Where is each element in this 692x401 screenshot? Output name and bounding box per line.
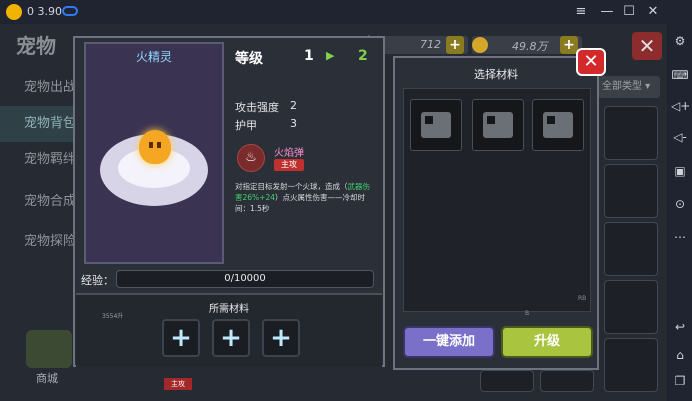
- pet-portrait: 火精灵: [84, 42, 224, 264]
- material-grid-hint: B: [525, 310, 530, 317]
- menu-icon[interactable]: ≡: [572, 3, 590, 21]
- volume-down-icon[interactable]: ◁-: [671, 128, 689, 146]
- sprite-eye: [149, 142, 153, 148]
- required-materials: 所需材料 3554升 + + +: [76, 293, 382, 367]
- tab-pet-battle[interactable]: 宠物出战: [0, 70, 80, 106]
- tab-pet-bond[interactable]: 宠物羁绊: [0, 142, 80, 178]
- plus-icon: +: [170, 323, 192, 353]
- material-slot[interactable]: +: [212, 319, 250, 357]
- auto-add-button[interactable]: 一键添加: [403, 326, 495, 358]
- level-next: 2: [358, 48, 368, 64]
- bone-material-icon: [421, 112, 451, 138]
- tab-pet-explore[interactable]: 宠物探险: [0, 224, 80, 260]
- pet-name: 火精灵: [135, 50, 172, 64]
- stat-label: 护甲: [235, 119, 257, 132]
- icon-detail: [425, 116, 433, 124]
- skill-description: 对指定目标发射一个火球，造成（武器伤害26%+24）点火属性伤害——冷却时间：1…: [235, 181, 375, 214]
- arrow-right-icon: ▶: [326, 49, 335, 62]
- material-slot[interactable]: +: [262, 319, 300, 357]
- material-select-title: 选择材料: [474, 68, 518, 81]
- stat-label: 攻击强度: [235, 101, 279, 114]
- pet-tile[interactable]: [604, 106, 658, 160]
- gamepad-icon[interactable]: [62, 6, 78, 16]
- pet-tile[interactable]: [540, 370, 594, 392]
- emulator-top-bar: 0 3.90 ≡ — ☐ ✕: [0, 0, 692, 24]
- pet-tile[interactable]: [480, 370, 534, 392]
- exp-value: 0/10000: [224, 273, 266, 284]
- skill-desc-prefix: 对指定目标发射一个火球，造成（: [235, 182, 348, 191]
- exp-label: 经验：: [81, 274, 114, 287]
- pet-tile[interactable]: [604, 164, 658, 218]
- material-item[interactable]: [472, 99, 524, 151]
- plus-icon: +: [270, 323, 292, 353]
- material-slot[interactable]: +: [162, 319, 200, 357]
- icon-detail: [547, 116, 555, 124]
- back-icon[interactable]: ↩: [671, 318, 689, 336]
- plus-icon: +: [220, 323, 242, 353]
- stat-value: 3: [290, 117, 297, 130]
- material-select-panel: 选择材料 RB B 一键添加 升级: [393, 56, 599, 370]
- minimize-icon[interactable]: —: [598, 3, 616, 21]
- multi-window-icon[interactable]: ❐: [671, 372, 689, 390]
- exp-bar: 0/10000: [116, 270, 374, 288]
- gem-value: 712: [420, 38, 441, 51]
- volume-up-icon[interactable]: ◁+: [671, 97, 690, 115]
- fireball-skill-icon[interactable]: ♨: [237, 144, 265, 172]
- type-filter-label: 全部类型: [602, 81, 642, 92]
- pet-tile[interactable]: [604, 280, 658, 334]
- close-window-icon[interactable]: ✕: [644, 3, 662, 21]
- emulator-version: 0 3.90: [27, 5, 62, 18]
- bone-material-icon: [483, 112, 513, 138]
- add-gems-button[interactable]: +: [446, 36, 464, 54]
- coin-value: 49.8万: [512, 40, 548, 53]
- skill-tag: 主攻: [274, 159, 304, 171]
- level-current: 1: [304, 48, 314, 64]
- screenshot-icon[interactable]: ▣: [671, 162, 689, 180]
- icon-detail: [487, 116, 495, 124]
- pet-tile[interactable]: [604, 222, 658, 276]
- coin-counter: 49.8万 +: [472, 36, 582, 54]
- emulator-logo: [6, 4, 22, 20]
- home-icon[interactable]: ⌂: [671, 346, 689, 364]
- stat-value: 2: [290, 99, 297, 112]
- shop-label[interactable]: 商城: [36, 370, 58, 386]
- maximize-icon[interactable]: ☐: [620, 3, 638, 21]
- sprite-eye: [157, 142, 161, 148]
- page-title: 宠物: [16, 34, 56, 58]
- material-item[interactable]: [410, 99, 462, 151]
- close-dialog-button[interactable]: ✕: [576, 48, 606, 76]
- pet-tile[interactable]: [604, 338, 658, 392]
- level-label: 等级: [235, 51, 263, 67]
- role-tag: 主攻: [164, 378, 192, 390]
- coin-icon: [472, 37, 488, 53]
- record-icon[interactable]: ⊙: [671, 195, 689, 213]
- material-grid-note: RB: [578, 295, 587, 302]
- upgrade-button[interactable]: 升级: [501, 326, 593, 358]
- keyboard-icon[interactable]: ⌨: [671, 66, 689, 84]
- tab-pet-merge[interactable]: 宠物合成: [0, 184, 80, 220]
- type-filter-dropdown[interactable]: 全部类型 ▾: [598, 76, 660, 98]
- pet-stats: 等级 1 ▶ 2 攻击强度 2 护甲 3 ♨ 火焰弹 主攻 对指定目标发射一个火…: [230, 42, 380, 264]
- material-grid: RB: [403, 88, 591, 312]
- required-materials-note: 3554升: [102, 313, 124, 320]
- bone-material-icon: [543, 112, 573, 138]
- more-icon[interactable]: ⋯: [671, 228, 689, 246]
- shop-icon[interactable]: [26, 330, 72, 368]
- background-close-button[interactable]: ✕: [632, 32, 662, 60]
- material-item[interactable]: [532, 99, 584, 151]
- fire-spirit-sprite: [139, 130, 171, 164]
- skill-name: 火焰弹: [274, 148, 304, 159]
- gear-icon[interactable]: ⚙: [671, 32, 689, 50]
- tab-pet-bag[interactable]: 宠物背包: [0, 106, 80, 142]
